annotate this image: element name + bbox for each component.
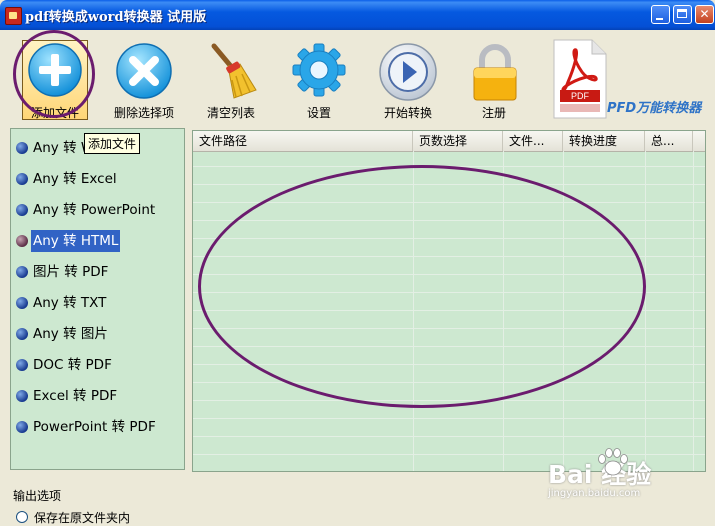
bullet-icon bbox=[16, 328, 28, 340]
minimize-button[interactable] bbox=[651, 5, 670, 24]
conversion-list: Any 转 Word Any 转 Excel Any 转 PowerPoint Any… bbox=[10, 128, 185, 470]
minimize-icon bbox=[656, 18, 663, 20]
close-button[interactable]: ✕ bbox=[695, 5, 714, 24]
maximize-icon bbox=[677, 9, 687, 18]
settings-label: 设置 bbox=[306, 106, 331, 120]
tooltip: 添加文件 bbox=[84, 133, 141, 154]
conversion-item-label: Excel 转 PDF bbox=[33, 388, 118, 404]
bullet-icon bbox=[16, 142, 28, 154]
conversion-item-label: Any 转 PowerPoint bbox=[33, 202, 156, 218]
annotation-circle bbox=[13, 30, 95, 118]
remove-selected-button[interactable]: 删除选择项 bbox=[106, 30, 182, 122]
bullet-icon bbox=[16, 173, 28, 185]
register-label: 注册 bbox=[481, 106, 506, 120]
bullet-icon bbox=[16, 204, 28, 216]
register-button[interactable]: 注册 bbox=[462, 30, 526, 122]
start-convert-label: 开始转换 bbox=[383, 106, 432, 120]
broom-icon bbox=[211, 43, 257, 99]
settings-button[interactable]: 设置 bbox=[286, 30, 352, 122]
watermark-url: jingyan.baidu.com bbox=[548, 488, 641, 499]
bullet-icon bbox=[16, 266, 28, 278]
bullet-icon bbox=[16, 359, 28, 371]
maximize-button[interactable] bbox=[673, 5, 692, 24]
pdf-logo-text: PDF bbox=[571, 91, 590, 101]
gear-icon bbox=[292, 43, 346, 97]
toolbar: 添加文件 删除选择项 清空列表 设置 开始转换 注册 PDF PFD万能转换器 bbox=[0, 30, 715, 122]
paw-icon bbox=[598, 448, 628, 476]
brand-name: PFD万能转换器 bbox=[607, 101, 702, 116]
bullet-icon bbox=[16, 390, 28, 402]
title-bar: pdf转换成word转换器 试用版 ✕ bbox=[0, 0, 715, 30]
table-header: 文件路径 页数选择 文件... 转换进度 总... bbox=[193, 131, 705, 152]
column-header-page-select[interactable]: 页数选择 bbox=[413, 131, 503, 151]
annotation-ellipse bbox=[198, 165, 646, 408]
pdf-logo-icon: PDF bbox=[553, 39, 607, 119]
save-in-original-folder-label[interactable]: 保存在原文件夹内 bbox=[34, 509, 130, 526]
clear-list-label: 清空列表 bbox=[206, 106, 255, 120]
window-title: pdf转换成word转换器 试用版 bbox=[25, 10, 207, 25]
conversion-item-label: Any 转 Excel bbox=[33, 171, 117, 187]
remove-selected-label: 删除选择项 bbox=[113, 106, 174, 120]
clear-list-button[interactable]: 清空列表 bbox=[196, 30, 266, 122]
bullet-icon bbox=[16, 297, 28, 309]
save-in-original-folder-radio[interactable] bbox=[16, 511, 28, 523]
close-icon: ✕ bbox=[699, 7, 710, 21]
column-header-total[interactable]: 总... bbox=[645, 131, 693, 151]
conversion-item-label: Any 转 HTML bbox=[31, 230, 121, 252]
conversion-item-label: Any 转 TXT bbox=[33, 295, 107, 311]
column-divider bbox=[693, 151, 694, 471]
conversion-item-label: PowerPoint 转 PDF bbox=[33, 419, 156, 435]
bullet-icon bbox=[16, 235, 28, 247]
column-header-progress[interactable]: 转换进度 bbox=[563, 131, 645, 151]
conversion-item-label: DOC 转 PDF bbox=[33, 357, 112, 373]
conversion-item-label: 图片 转 PDF bbox=[33, 264, 109, 280]
output-options-label: 输出选项 bbox=[13, 489, 62, 503]
column-divider bbox=[645, 151, 646, 471]
play-icon bbox=[379, 43, 437, 101]
app-icon[interactable] bbox=[5, 7, 22, 25]
conversion-item-label: Any 转 图片 bbox=[33, 326, 108, 342]
column-header-file-path[interactable]: 文件路径 bbox=[193, 131, 413, 151]
start-convert-button[interactable]: 开始转换 bbox=[370, 30, 446, 122]
delete-icon bbox=[116, 43, 172, 99]
lock-icon bbox=[473, 44, 517, 101]
column-header-file[interactable]: 文件... bbox=[503, 131, 563, 151]
bullet-icon bbox=[16, 421, 28, 433]
